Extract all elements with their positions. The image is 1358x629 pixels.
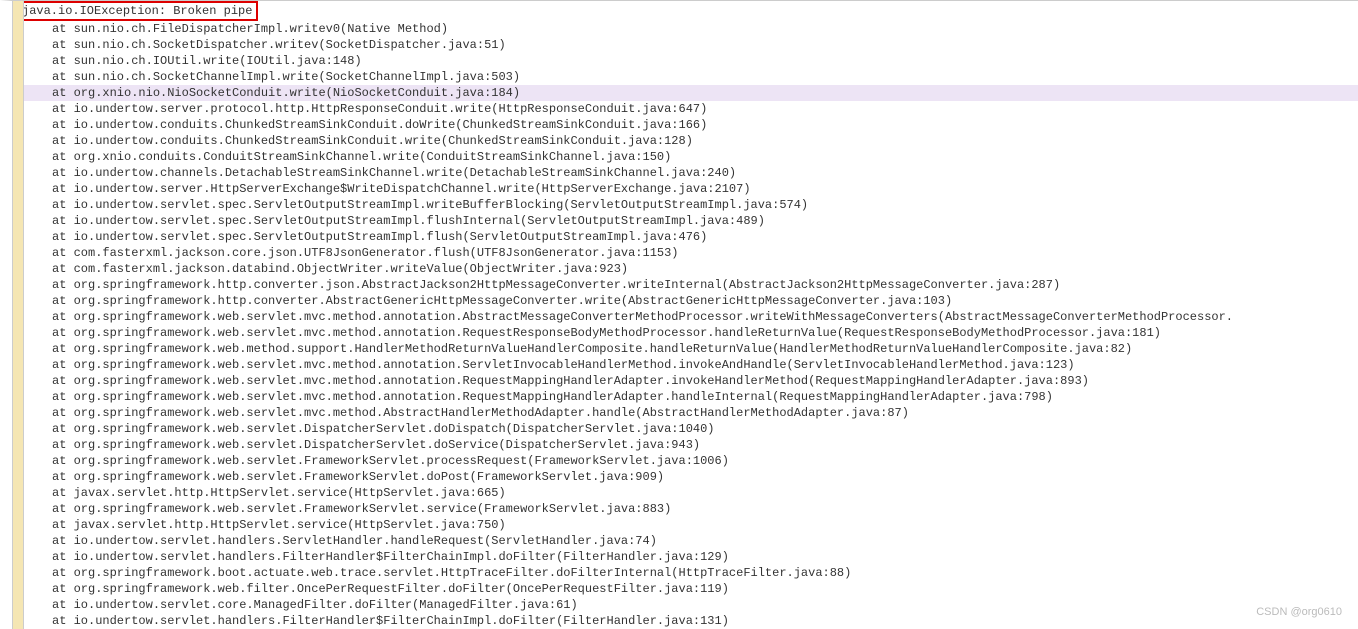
stack-line: at io.undertow.servlet.handlers.FilterHa…: [16, 613, 1358, 629]
stack-line: at sun.nio.ch.IOUtil.write(IOUtil.java:1…: [16, 53, 1358, 69]
stack-line: at org.springframework.web.servlet.mvc.m…: [16, 357, 1358, 373]
stack-line: at sun.nio.ch.FileDispatcherImpl.writev0…: [16, 21, 1358, 37]
stack-line: at io.undertow.servlet.core.ManagedFilte…: [16, 597, 1358, 613]
stack-line: at javax.servlet.http.HttpServlet.servic…: [16, 517, 1358, 533]
stacktrace-panel: java.io.IOException: Broken pipe at sun.…: [0, 0, 1358, 629]
stack-line: at org.springframework.web.servlet.Frame…: [16, 453, 1358, 469]
stack-line: at org.springframework.web.filter.OncePe…: [16, 581, 1358, 597]
stack-line: at org.springframework.web.servlet.mvc.m…: [16, 325, 1358, 341]
stack-line: at io.undertow.servlet.spec.ServletOutpu…: [16, 229, 1358, 245]
stack-line: at org.springframework.web.servlet.mvc.m…: [16, 389, 1358, 405]
stack-line: at org.xnio.conduits.ConduitStreamSinkCh…: [16, 149, 1358, 165]
stack-line: at io.undertow.server.protocol.http.Http…: [16, 101, 1358, 117]
stack-line: at javax.servlet.http.HttpServlet.servic…: [16, 485, 1358, 501]
stack-line: at io.undertow.servlet.handlers.ServletH…: [16, 533, 1358, 549]
stack-line: at sun.nio.ch.SocketChannelImpl.write(So…: [16, 69, 1358, 85]
stack-line: at org.springframework.web.servlet.mvc.m…: [16, 405, 1358, 421]
stack-line: at org.springframework.web.servlet.mvc.m…: [16, 309, 1358, 325]
stack-line: at org.springframework.web.method.suppor…: [16, 341, 1358, 357]
stack-line: at io.undertow.channels.DetachableStream…: [16, 165, 1358, 181]
stack-line: at com.fasterxml.jackson.databind.Object…: [16, 261, 1358, 277]
gutter-bar: [12, 1, 24, 629]
stack-line: at com.fasterxml.jackson.core.json.UTF8J…: [16, 245, 1358, 261]
stack-line: at io.undertow.server.HttpServerExchange…: [16, 181, 1358, 197]
stack-line: at io.undertow.conduits.ChunkedStreamSin…: [16, 117, 1358, 133]
stack-lines: at sun.nio.ch.FileDispatcherImpl.writev0…: [16, 21, 1358, 629]
stack-line: at io.undertow.servlet.handlers.FilterHa…: [16, 549, 1358, 565]
stack-line: at org.springframework.boot.actuate.web.…: [16, 565, 1358, 581]
stack-line: at org.springframework.http.converter.js…: [16, 277, 1358, 293]
stack-line: at org.springframework.web.servlet.Frame…: [16, 501, 1358, 517]
exception-message: java.io.IOException: Broken pipe: [16, 1, 258, 21]
stack-line: at org.springframework.web.servlet.Dispa…: [16, 421, 1358, 437]
stack-line: at io.undertow.servlet.spec.ServletOutpu…: [16, 213, 1358, 229]
stack-line: at sun.nio.ch.SocketDispatcher.writev(So…: [16, 37, 1358, 53]
stack-line: at org.xnio.nio.NioSocketConduit.write(N…: [16, 85, 1358, 101]
watermark: CSDN @org0610: [1256, 606, 1342, 618]
stack-line: at org.springframework.http.converter.Ab…: [16, 293, 1358, 309]
stack-line: at io.undertow.servlet.spec.ServletOutpu…: [16, 197, 1358, 213]
stack-line: at io.undertow.conduits.ChunkedStreamSin…: [16, 133, 1358, 149]
stack-line: at org.springframework.web.servlet.mvc.m…: [16, 373, 1358, 389]
stacktrace-content: java.io.IOException: Broken pipe at sun.…: [12, 1, 1358, 629]
exception-header-row: java.io.IOException: Broken pipe: [16, 1, 1358, 21]
stack-line: at org.springframework.web.servlet.Dispa…: [16, 437, 1358, 453]
stack-line: at org.springframework.web.servlet.Frame…: [16, 469, 1358, 485]
